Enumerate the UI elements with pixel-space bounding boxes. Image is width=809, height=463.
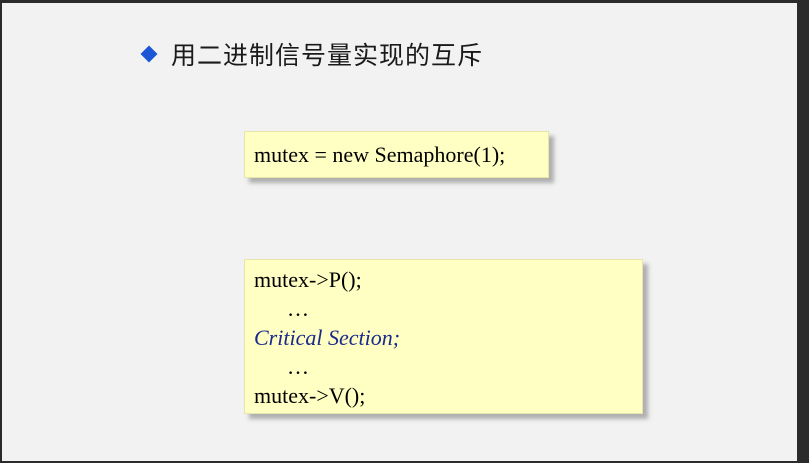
slide: 用二进制信号量实现的互斥 mutex = new Semaphore(1); m…: [2, 3, 797, 461]
code-line-p: mutex->P();: [254, 267, 362, 292]
code-line: mutex = new Semaphore(1);: [254, 142, 506, 167]
semaphore-init-code-box: mutex = new Semaphore(1);: [244, 131, 549, 178]
critical-section-code-box: mutex->P(); … Critical Section; … mutex-…: [244, 259, 643, 414]
title-row: 用二进制信号量实现的互斥: [140, 36, 484, 72]
code-line-critical-section: Critical Section;: [254, 325, 401, 350]
code-lines: mutex->P(); … Critical Section; … mutex-…: [254, 265, 400, 410]
slide-title: 用二进制信号量实现的互斥: [171, 41, 484, 70]
code-line-v: mutex->V();: [254, 383, 366, 408]
code-line-ellipsis: …: [287, 354, 309, 379]
window-edge: [797, 0, 809, 463]
code-line-ellipsis: …: [287, 296, 309, 321]
diamond-bullet-icon: [140, 45, 158, 63]
